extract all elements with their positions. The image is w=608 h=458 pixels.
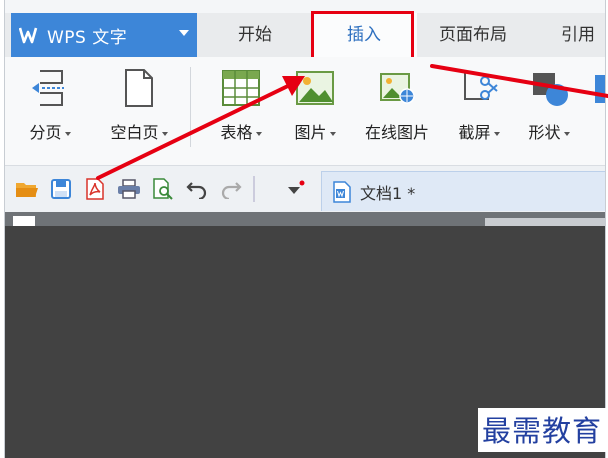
page-break-button[interactable]: 分页: [19, 65, 81, 155]
ruler-strip: [5, 212, 605, 226]
tab-home[interactable]: 开始: [215, 13, 295, 57]
table-button[interactable]: 表格: [209, 65, 273, 155]
ruler-marker: [13, 216, 35, 226]
online-picture-label: 在线图片: [364, 123, 429, 142]
caret-down-icon: [64, 131, 71, 136]
document-name: 文档1 *: [360, 183, 416, 203]
caret-down-icon: [563, 131, 570, 136]
shapes-icon: [533, 73, 568, 106]
save-icon[interactable]: [49, 177, 73, 201]
caret-down-icon: [329, 131, 336, 136]
insert-ribbon: 分页 空白页 表格 图片 在线图片 截屏 形状: [5, 57, 605, 166]
print-icon[interactable]: [117, 177, 141, 201]
page-break-icon: [32, 70, 64, 106]
wps-window: WPS 文字 开始 插入 页面布局 引用 分页 空白页 表格 图片 在线图片 截…: [4, 0, 606, 458]
quick-access-toolbar: 文档1 *: [5, 166, 605, 212]
blank-page-label: 空白页: [110, 123, 159, 142]
table-label: 表格: [220, 123, 253, 142]
picture-label: 图片: [294, 123, 327, 142]
table-icon: [222, 70, 260, 106]
chevron-down-icon[interactable]: [179, 30, 189, 36]
blank-page-icon: [125, 69, 153, 107]
redo-icon[interactable]: [219, 177, 243, 201]
document-tab[interactable]: 文档1 *: [321, 171, 605, 211]
page-break-label: 分页: [29, 123, 62, 142]
scissors-icon: [464, 73, 498, 100]
customize-dropdown-icon[interactable]: [283, 177, 307, 201]
document-icon: [333, 180, 351, 203]
online-picture-button[interactable]: 在线图片: [355, 65, 439, 155]
caret-down-icon: [255, 131, 262, 136]
shapes-button[interactable]: 形状: [517, 65, 581, 155]
screenshot-button[interactable]: 截屏: [449, 65, 509, 155]
picture-button[interactable]: 图片: [283, 65, 347, 155]
print-preview-icon[interactable]: [151, 177, 175, 201]
caret-down-icon: [493, 131, 500, 136]
blank-page-button[interactable]: 空白页: [99, 65, 179, 155]
picture-icon: [296, 71, 334, 105]
tab-references[interactable]: 引用: [543, 13, 605, 57]
toolbar-separator: [253, 176, 255, 202]
shapes-label: 形状: [528, 123, 561, 142]
ribbon-tab-bar: WPS 文字 开始 插入 页面布局 引用: [5, 13, 605, 57]
tab-page-layout[interactable]: 页面布局: [423, 13, 523, 57]
app-name: WPS 文字: [47, 27, 128, 48]
ribbon-separator: [190, 67, 191, 147]
online-picture-icon: [380, 73, 415, 104]
ribbon-item-clipped[interactable]: [593, 65, 605, 155]
clipped-icon: [595, 75, 605, 103]
app-menu-button[interactable]: WPS 文字: [11, 13, 197, 57]
export-pdf-icon[interactable]: [83, 177, 107, 201]
ruler-segment: [485, 218, 605, 226]
caret-down-icon: [161, 131, 168, 136]
screenshot-label: 截屏: [458, 123, 491, 142]
undo-icon[interactable]: [185, 177, 209, 201]
open-folder-icon[interactable]: [15, 177, 39, 201]
wps-logo-icon: [19, 27, 38, 44]
watermark-text: 最需教育: [478, 408, 607, 452]
